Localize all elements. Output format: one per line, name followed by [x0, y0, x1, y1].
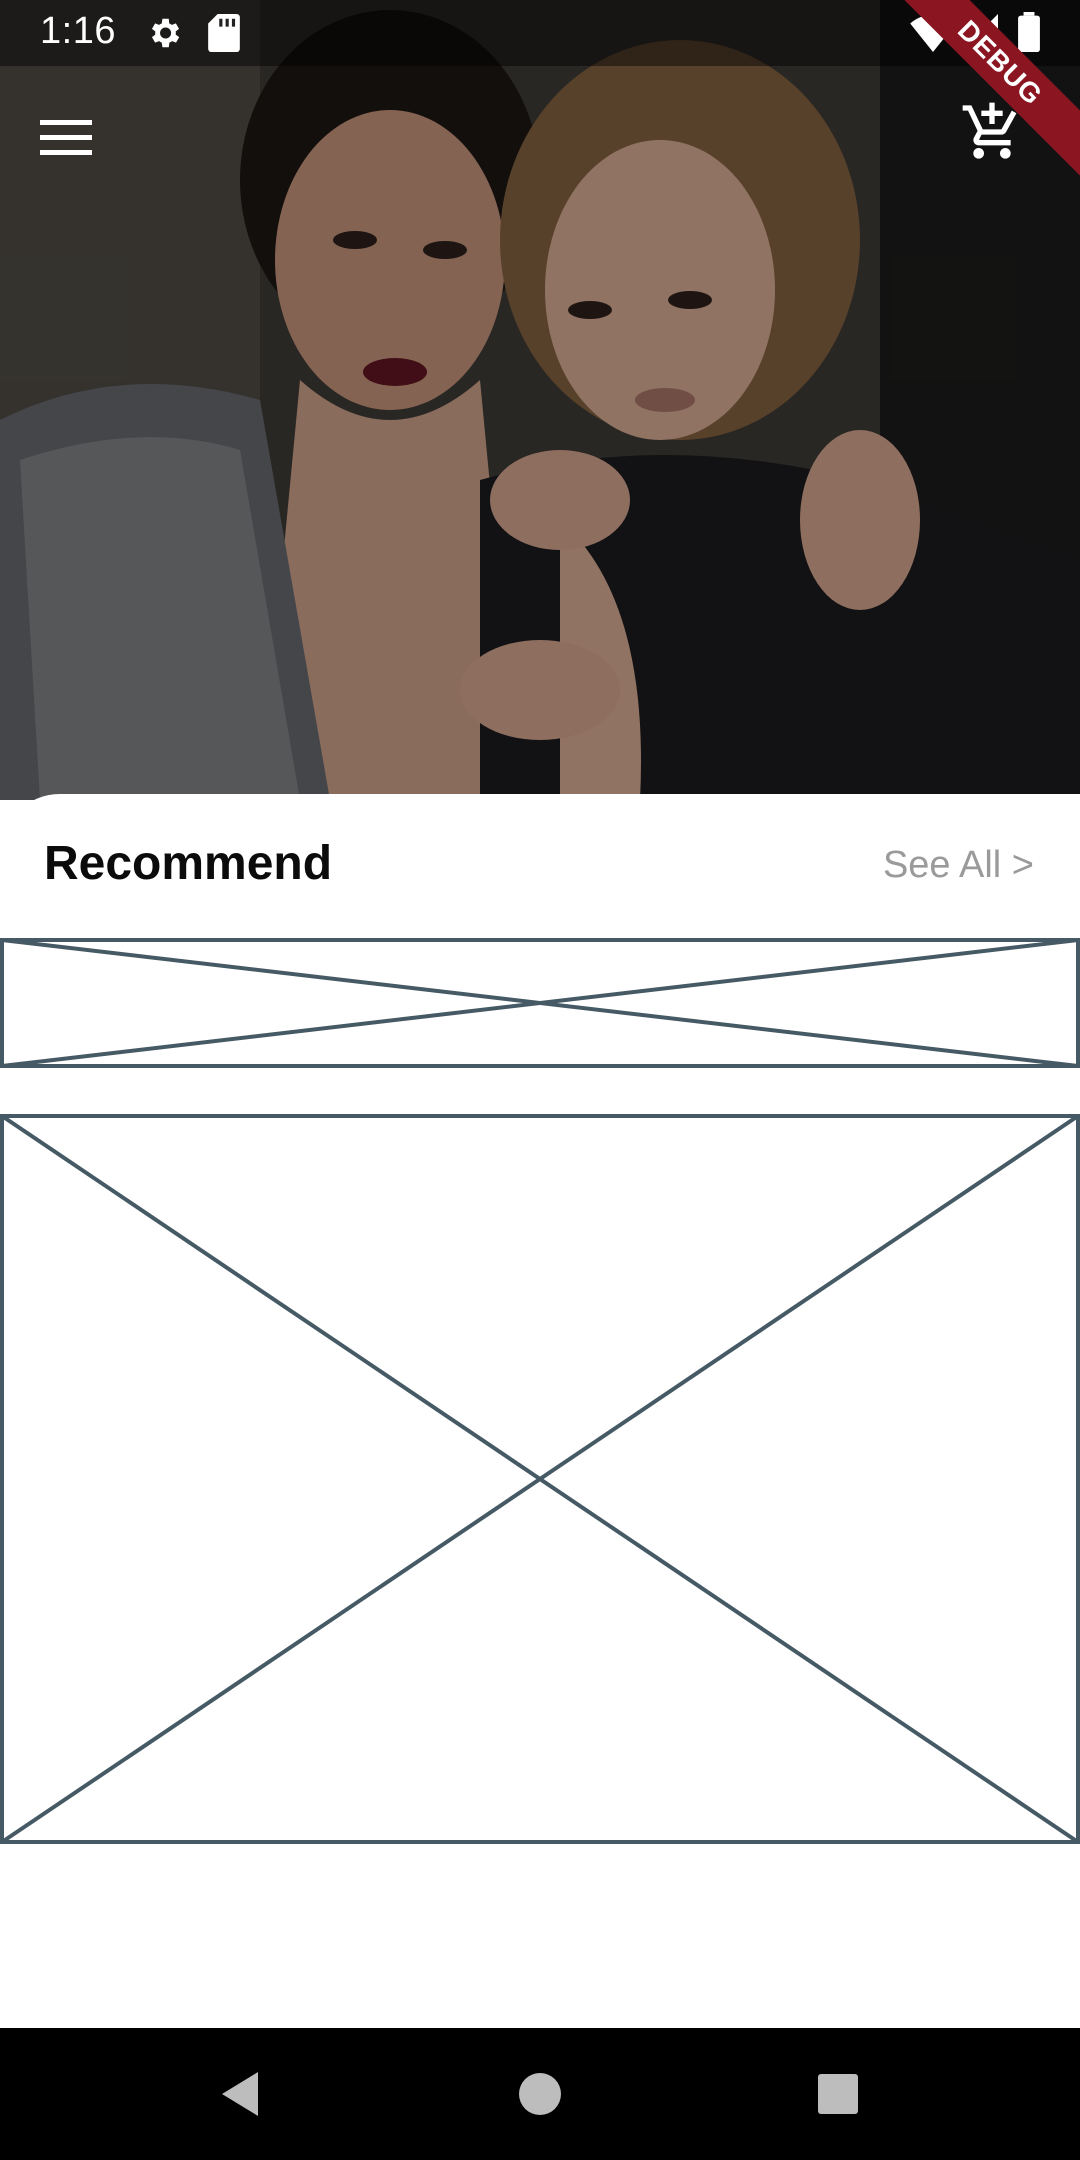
menu-icon	[40, 120, 92, 155]
system-nav-bar	[0, 2028, 1080, 2160]
battery-icon	[1018, 12, 1040, 57]
hero-image	[0, 0, 1080, 800]
recommend-title: Recommend	[44, 837, 333, 890]
image-placeholder-banner[interactable]	[0, 938, 1080, 1068]
home-button[interactable]	[510, 2064, 570, 2124]
add-shopping-cart-icon	[962, 102, 1017, 159]
menu-button[interactable]	[40, 104, 114, 170]
status-time: 1:16	[40, 10, 116, 52]
hero-dim-overlay	[0, 0, 1080, 800]
placeholder-cross-icon	[0, 938, 1080, 1068]
settings-icon	[145, 14, 183, 57]
image-placeholder-large[interactable]	[0, 1114, 1080, 1844]
back-icon	[222, 2072, 258, 2116]
back-button[interactable]	[210, 2064, 270, 2124]
recents-button[interactable]	[808, 2064, 868, 2124]
content-sheet: Recommend See All >	[0, 794, 1080, 2028]
sd-card-icon	[208, 14, 240, 57]
add-to-cart-button[interactable]	[960, 100, 1040, 176]
home-icon	[519, 2073, 561, 2115]
see-all-link[interactable]: See All >	[883, 844, 1034, 887]
recents-icon	[818, 2074, 858, 2114]
placeholder-cross-icon	[0, 1114, 1080, 1844]
